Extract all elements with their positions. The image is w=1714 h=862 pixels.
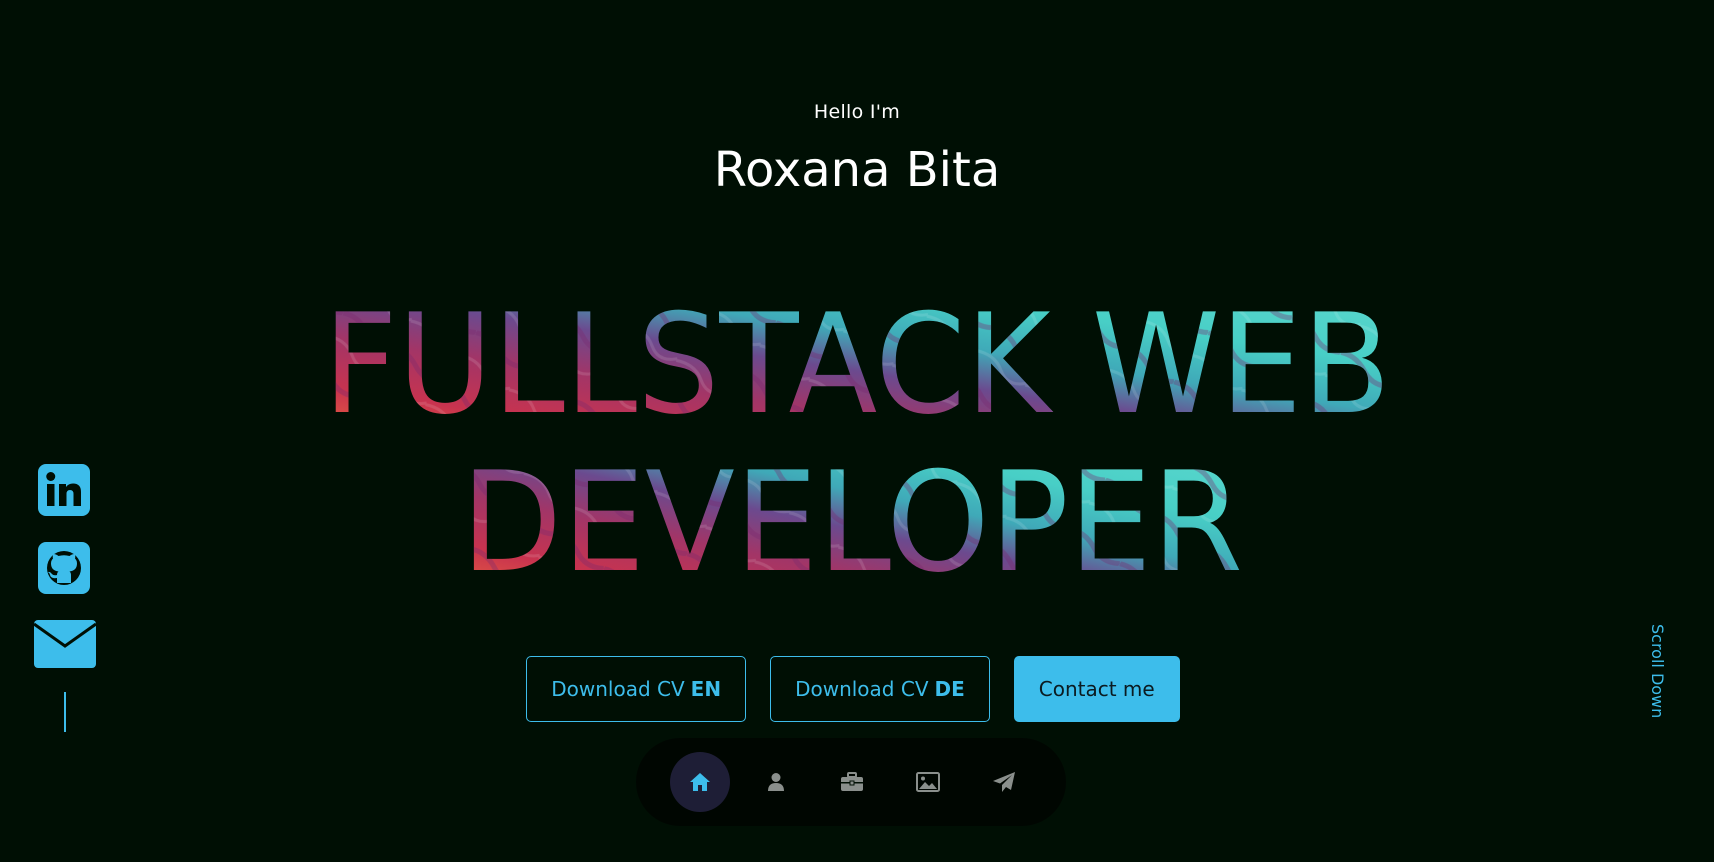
- linkedin-link[interactable]: [38, 464, 98, 520]
- download-cv-en-lang: EN: [690, 677, 722, 701]
- briefcase-icon: [841, 772, 863, 791]
- nav-portfolio[interactable]: [898, 752, 958, 812]
- social-divider-line: [64, 692, 66, 732]
- download-cv-de-lang: DE: [934, 677, 965, 701]
- paper-plane-icon: [993, 772, 1015, 792]
- download-cv-en-label: Download CV: [551, 677, 685, 701]
- home-icon: [690, 773, 710, 791]
- download-cv-de-label: Download CV: [795, 677, 929, 701]
- greeting-text: Hello I'm: [813, 101, 901, 123]
- social-links: [33, 464, 98, 732]
- person-name: Roxana Bita: [713, 142, 1001, 198]
- nav-home[interactable]: [670, 752, 730, 812]
- download-cv-de-button[interactable]: Download CV DE: [770, 656, 990, 722]
- mail-icon: [33, 620, 97, 668]
- scroll-down-link[interactable]: Scroll Down: [1648, 624, 1667, 718]
- headline: FULLSTACK WEB FULLSTACK WEB DEVELOPER DE…: [323, 284, 1391, 600]
- hero-page: Hello I'm Roxana Bita FULLSTACK WEB FULL…: [0, 0, 1714, 862]
- nav-experience[interactable]: [822, 752, 882, 812]
- github-icon: [38, 542, 90, 594]
- mail-link[interactable]: [33, 620, 98, 672]
- bottom-nav: [636, 738, 1066, 826]
- contact-me-label: Contact me: [1038, 677, 1155, 701]
- linkedin-icon: [38, 464, 90, 516]
- nav-contact[interactable]: [974, 752, 1034, 812]
- user-icon: [768, 773, 784, 791]
- contact-me-button[interactable]: Contact me: [1013, 656, 1180, 722]
- github-link[interactable]: [38, 542, 98, 598]
- nav-about[interactable]: [746, 752, 806, 812]
- image-icon: [916, 772, 940, 792]
- download-cv-en-button[interactable]: Download CV EN: [526, 656, 747, 722]
- headline-line-2-texture: DEVELOPER: [461, 442, 1243, 600]
- headline-line-1-texture: FULLSTACK WEB: [323, 284, 1391, 445]
- cta-buttons: Download CV EN Download CV DE Contact me: [0, 656, 1710, 722]
